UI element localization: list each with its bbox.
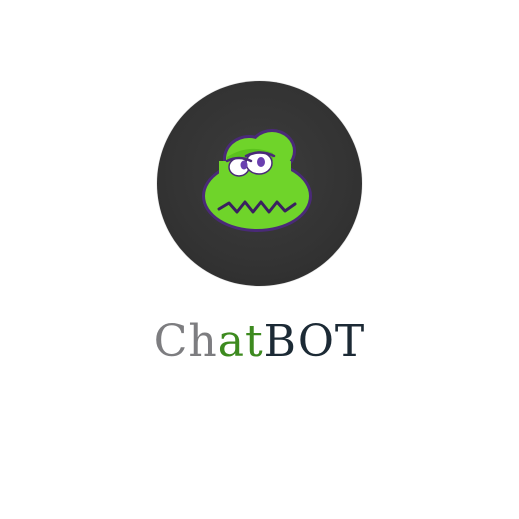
logo-canvas: ChatBOT [0, 0, 519, 519]
wordmark-part-at: at [217, 316, 264, 367]
brand-wordmark: ChatBOT [0, 312, 519, 372]
wordmark-part-bot: BOT [263, 316, 366, 367]
wordmark-part-ch: Ch [153, 316, 218, 367]
logo-badge [157, 81, 362, 286]
frog-mascot-icon [202, 129, 312, 232]
